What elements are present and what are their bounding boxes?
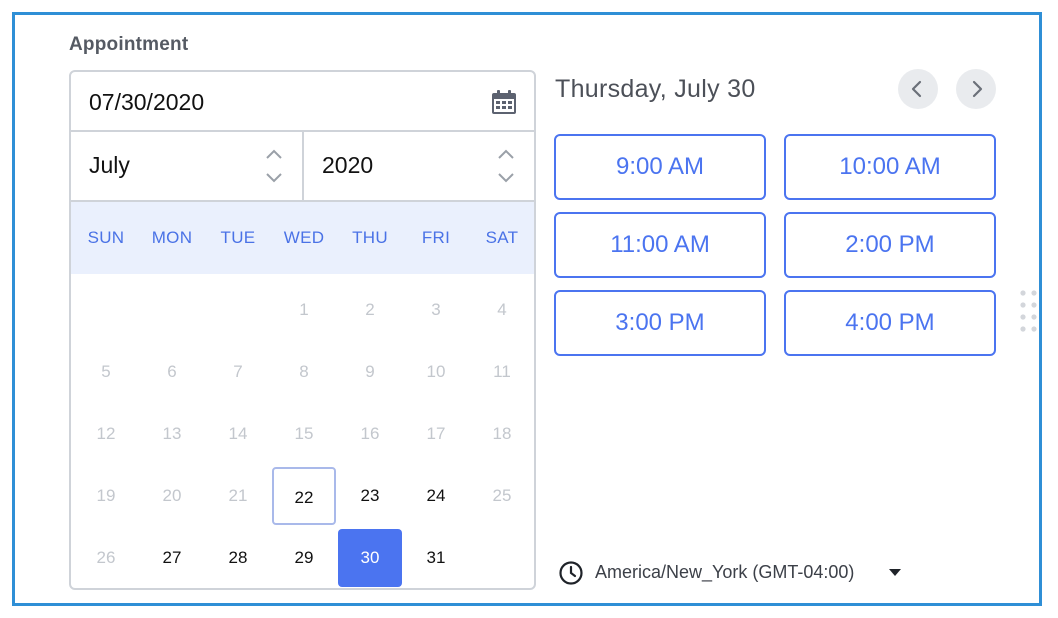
calendar-day-selected[interactable]: 30: [338, 529, 402, 587]
chevron-left-icon: [911, 80, 922, 98]
calendar-day: 13: [162, 424, 182, 443]
calendar-day[interactable]: 28: [206, 529, 270, 587]
field-label: Appointment: [69, 34, 189, 55]
weekday-label: SAT: [485, 228, 519, 247]
calendar-day: 11: [493, 362, 511, 381]
date-input[interactable]: [89, 86, 469, 118]
calendar-day: 6: [167, 362, 177, 381]
clock-icon: [559, 561, 583, 585]
next-day-button[interactable]: [956, 69, 996, 109]
chevron-up-down-icon[interactable]: [496, 146, 516, 186]
previous-day-button[interactable]: [898, 69, 938, 109]
drag-handle-icon[interactable]: [1018, 288, 1042, 336]
month-select-value: July: [89, 152, 130, 178]
time-slot-button[interactable]: 10:00 AM: [784, 134, 996, 200]
calendar-day-today[interactable]: 22: [272, 467, 336, 525]
calendar-day: 12: [96, 424, 116, 443]
calendar-day[interactable]: 23: [338, 467, 402, 525]
calendar-day[interactable]: 29: [272, 529, 336, 587]
calendar-day: 2: [365, 300, 375, 319]
calendar-day: 4: [497, 300, 507, 319]
calendar-icon[interactable]: [491, 89, 517, 115]
weekday-header: SUN MON TUE WED THU FRI SAT: [71, 202, 534, 274]
calendar-day: 18: [492, 424, 512, 443]
month-year-select-row: July 2020: [71, 132, 534, 202]
calendar-day: 8: [299, 362, 309, 381]
weekday-label: WED: [283, 228, 325, 247]
date-input-row: [71, 72, 534, 132]
calendar-day: 16: [360, 424, 380, 443]
calendar-day: 19: [96, 486, 116, 505]
calendar-day: 26: [96, 548, 116, 567]
time-slot-button[interactable]: 2:00 PM: [784, 212, 996, 278]
calendar-day: 17: [426, 424, 446, 443]
weekday-label: FRI: [421, 228, 451, 247]
calendar-day: 7: [233, 362, 243, 381]
time-slot-button[interactable]: 3:00 PM: [554, 290, 766, 356]
calendar-day: 15: [294, 424, 314, 443]
calendar-day: 25: [492, 486, 512, 505]
calendar-day[interactable]: 24: [404, 467, 468, 525]
time-slot-button[interactable]: 4:00 PM: [784, 290, 996, 356]
year-select-value: 2020: [322, 152, 374, 178]
calendar-day: 1: [299, 300, 309, 319]
caret-down-icon: [889, 569, 901, 576]
calendar-day: 21: [228, 486, 248, 505]
time-slot-button[interactable]: 11:00 AM: [554, 212, 766, 278]
month-select[interactable]: July: [71, 132, 304, 200]
calendar-day: 5: [101, 362, 111, 381]
weekday-label: THU: [352, 228, 388, 247]
calendar-day[interactable]: 27: [140, 529, 204, 587]
calendar-day: 14: [228, 424, 248, 443]
weekday-label: TUE: [220, 228, 256, 247]
chevron-right-icon: [972, 80, 983, 98]
weekday-label: SUN: [87, 228, 125, 247]
calendar-day: 20: [162, 486, 182, 505]
selected-date-heading: Thursday, July 30: [555, 75, 756, 103]
date-picker: July 2020 SUN MON TUE WED THU FRI SAT 12…: [69, 70, 536, 590]
time-slot-button[interactable]: 9:00 AM: [554, 134, 766, 200]
calendar-day: 3: [431, 300, 441, 319]
timezone-label: America/New_York (GMT-04:00): [595, 562, 855, 582]
calendar-day: 10: [426, 362, 446, 381]
weekday-label: MON: [151, 228, 193, 247]
calendar-day[interactable]: 31: [404, 529, 468, 587]
year-select[interactable]: 2020: [304, 132, 534, 200]
chevron-up-down-icon[interactable]: [264, 146, 284, 186]
calendar-day: 9: [365, 362, 375, 381]
